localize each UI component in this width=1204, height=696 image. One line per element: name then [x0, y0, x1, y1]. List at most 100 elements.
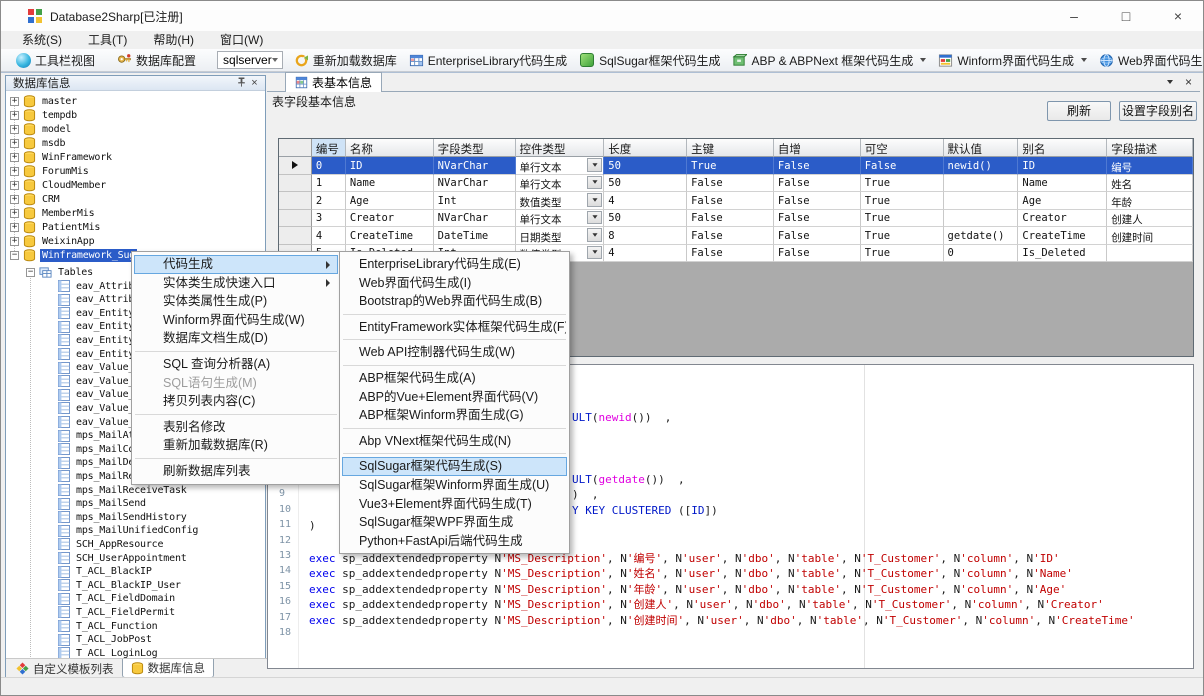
tree-expander-icon[interactable]: + — [10, 139, 19, 148]
table-node-eav_Attrib-1[interactable]: eav_Attrib — [58, 293, 136, 307]
grid-cell-0-3[interactable]: 单行文本 — [516, 157, 605, 175]
table-node-eav_Value_-6[interactable]: eav_Value_ — [58, 361, 136, 375]
grid-header-10[interactable]: 字段描述 — [1107, 139, 1193, 157]
grid-cell-4-10[interactable]: 创建时间 — [1107, 227, 1193, 245]
grid-cell-0-1[interactable]: ID — [346, 157, 434, 175]
tree-expander-icon[interactable]: − — [10, 251, 19, 260]
grid-cell-2-2[interactable]: Int — [434, 192, 516, 210]
tree-expander-icon[interactable]: + — [10, 195, 19, 204]
grid-cell-4-6[interactable]: False — [774, 227, 861, 245]
grid-row-0[interactable]: 0IDNVarChar单行文本50TrueFalseFalsenewid()ID… — [279, 157, 1193, 175]
grid-header-2[interactable]: 字段类型 — [434, 139, 516, 157]
grid-cell-1-8[interactable] — [944, 175, 1019, 193]
submenu-item-6[interactable]: Web API控制器代码生成(W) — [342, 343, 567, 362]
grid-cell-3-5[interactable]: False — [687, 210, 774, 228]
menu-item-1[interactable]: 工具(T) — [75, 31, 140, 49]
tab-database-info[interactable]: 数据库信息 — [122, 659, 215, 678]
grid-cell-3-2[interactable]: NVarChar — [434, 210, 516, 228]
tab-list-dropdown-icon[interactable] — [1167, 80, 1173, 84]
grid-header-6[interactable]: 自增 — [774, 139, 861, 157]
grid-row-selector[interactable] — [279, 227, 312, 245]
grid-row-selector[interactable] — [279, 192, 312, 210]
submenu-item-4[interactable]: EntityFramework实体框架代码生成(F) — [342, 318, 567, 337]
context-menu-item-2[interactable]: 实体类属性生成(P) — [134, 292, 338, 311]
db-node-WeixinApp[interactable]: +WeixinApp — [10, 234, 96, 248]
table-node-mps_MailAt-11[interactable]: mps_MailAt — [58, 429, 136, 443]
grid-cell-0-8[interactable]: newid() — [944, 157, 1019, 175]
tree-expander-icon[interactable]: + — [10, 181, 19, 190]
grid-header-9[interactable]: 别名 — [1018, 139, 1107, 157]
grid-cell-5-8[interactable]: 0 — [944, 245, 1019, 263]
grid-cell-1-7[interactable]: True — [861, 175, 944, 193]
grid-cell-3-0[interactable]: 3 — [312, 210, 346, 228]
grid-cell-3-3[interactable]: 单行文本 — [516, 210, 605, 228]
submenu-item-0[interactable]: EnterpriseLibrary代码生成(E) — [342, 255, 567, 274]
table-node-mps_MailUnifiedConfig-18[interactable]: mps_MailUnifiedConfig — [58, 524, 200, 538]
grid-header-4[interactable]: 长度 — [604, 139, 687, 157]
table-node-eav_Value_-7[interactable]: eav_Value_ — [58, 374, 136, 388]
grid-cell-0-6[interactable]: False — [774, 157, 861, 175]
submenu-item-16[interactable]: Vue3+Element界面代码生成(T) — [342, 495, 567, 514]
submenu-item-17[interactable]: SqlSugar框架WPF界面生成 — [342, 513, 567, 532]
db-type-combobox[interactable]: sqlserver — [217, 51, 283, 69]
db-node-PatientMis[interactable]: +PatientMis — [10, 220, 102, 234]
table-node-eav_Value_-10[interactable]: eav_Value_ — [58, 415, 136, 429]
grid-cell-1-6[interactable]: False — [774, 175, 861, 193]
tables-node[interactable]: −Tables — [26, 265, 95, 279]
submenu-item-14[interactable]: SqlSugar框架代码生成(S) — [342, 457, 567, 476]
close-button[interactable]: × — [1165, 8, 1191, 24]
submenu-item-10[interactable]: ABP框架Winform界面生成(G) — [342, 406, 567, 425]
grid-cell-1-3[interactable]: 单行文本 — [516, 175, 605, 193]
tree-expander-icon[interactable]: + — [10, 97, 19, 106]
table-node-mps_MailRe-14[interactable]: mps_MailRe — [58, 469, 136, 483]
submenu-item-15[interactable]: SqlSugar框架Winform界面生成(U) — [342, 476, 567, 495]
grid-cell-5-9[interactable]: Is_Deleted — [1018, 245, 1107, 263]
context-menu-item-1[interactable]: 实体类生成快速入口 — [134, 274, 338, 293]
submenu-item-9[interactable]: ABP的Vue+Element界面代码(V) — [342, 388, 567, 407]
grid-cell-1-4[interactable]: 50 — [604, 175, 687, 193]
toolbar-view-button[interactable]: 工具栏视图 — [11, 51, 100, 70]
grid-cell-3-1[interactable]: Creator — [346, 210, 434, 228]
grid-cell-0-10[interactable]: 编号 — [1107, 157, 1193, 175]
minimize-button[interactable]: – — [1061, 8, 1087, 24]
tab-template-list[interactable]: 自定义模板列表 — [8, 659, 122, 678]
context-menu-item-13[interactable]: 刷新数据库列表 — [134, 462, 338, 481]
table-node-T_ACL_Function-25[interactable]: T_ACL_Function — [58, 619, 160, 633]
grid-cell-0-0[interactable]: 0 — [312, 157, 346, 175]
grid-cell-4-8[interactable]: getdate() — [944, 227, 1019, 245]
grid-cell-2-6[interactable]: False — [774, 192, 861, 210]
maximize-button[interactable]: □ — [1113, 8, 1139, 24]
grid-cell-1-10[interactable]: 姓名 — [1107, 175, 1193, 193]
grid-cell-3-9[interactable]: Creator — [1018, 210, 1107, 228]
db-node-msdb[interactable]: +msdb — [10, 136, 67, 150]
reload-database-button[interactable]: 重新加载数据库 — [289, 51, 402, 70]
enterpriselibrary-codegen-button[interactable]: EnterpriseLibrary代码生成 — [404, 51, 572, 70]
grid-row-2[interactable]: 2AgeInt数值类型4FalseFalseTrueAge年龄 — [279, 192, 1193, 210]
grid-cell-4-9[interactable]: CreateTime — [1018, 227, 1107, 245]
grid-cell-1-9[interactable]: Name — [1018, 175, 1107, 193]
grid-cell-0-7[interactable]: False — [861, 157, 944, 175]
grid-cell-3-10[interactable]: 创建人 — [1107, 210, 1193, 228]
grid-cell-5-6[interactable]: False — [774, 245, 861, 263]
menu-item-3[interactable]: 窗口(W) — [207, 31, 276, 49]
table-node-eav_Value_-9[interactable]: eav_Value_ — [58, 401, 136, 415]
submenu-item-8[interactable]: ABP框架代码生成(A) — [342, 369, 567, 388]
table-node-eav_Entity-2[interactable]: eav_Entity — [58, 306, 136, 320]
grid-header-7[interactable]: 可空 — [861, 139, 944, 157]
context-menu-item-10[interactable]: 表别名修改 — [134, 418, 338, 437]
document-close-icon[interactable]: × — [1185, 75, 1192, 89]
grid-header-5[interactable]: 主键 — [687, 139, 774, 157]
submenu-item-12[interactable]: Abp VNext框架代码生成(N) — [342, 432, 567, 451]
table-node-T_ACL_FieldPermit-24[interactable]: T_ACL_FieldPermit — [58, 605, 177, 619]
web-ui-codegen-button[interactable]: Web界面代码生成 — [1094, 51, 1204, 70]
grid-cell-1-0[interactable]: 1 — [312, 175, 346, 193]
tree-expander-icon[interactable]: + — [10, 153, 19, 162]
tree-expander-icon[interactable]: + — [10, 125, 19, 134]
grid-row-1[interactable]: 1NameNVarChar单行文本50FalseFalseTrueName姓名 — [279, 175, 1193, 193]
submenu-item-18[interactable]: Python+FastApi后端代码生成 — [342, 532, 567, 551]
table-node-T_ACL_BlackIP_User-22[interactable]: T_ACL_BlackIP_User — [58, 578, 183, 592]
table-node-eav_Attrib-0[interactable]: eav_Attrib — [58, 279, 136, 293]
grid-cell-3-4[interactable]: 50 — [604, 210, 687, 228]
grid-header-0[interactable]: 编号 — [312, 139, 346, 157]
menu-item-2[interactable]: 帮助(H) — [140, 31, 207, 49]
